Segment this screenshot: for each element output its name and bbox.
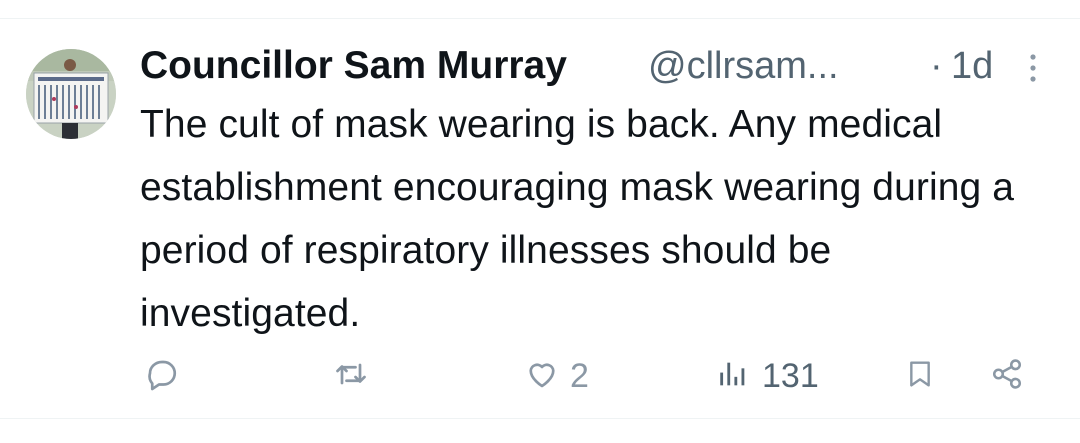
repost-icon	[332, 356, 370, 397]
display-name[interactable]: Councillor Sam Murray	[140, 43, 567, 89]
reply-button[interactable]	[144, 353, 180, 399]
user-handle[interactable]: @cllrsam...	[648, 43, 839, 89]
timestamp[interactable]: 1d	[951, 43, 993, 89]
views-icon	[716, 356, 750, 397]
reply-icon	[144, 356, 180, 397]
separator-dot: ·	[930, 45, 943, 87]
like-button[interactable]: 2	[524, 353, 589, 399]
share-icon	[990, 356, 1024, 397]
heart-icon	[524, 356, 560, 397]
repost-button[interactable]	[332, 353, 370, 399]
more-options-icon[interactable]	[1026, 51, 1040, 85]
bottom-divider	[0, 418, 1080, 419]
share-button[interactable]	[990, 353, 1024, 399]
bookmark-button[interactable]	[904, 353, 936, 399]
views-button[interactable]: 131	[716, 353, 819, 399]
views-count: 131	[762, 357, 819, 395]
avatar[interactable]	[26, 49, 116, 139]
tweet-card[interactable]: Councillor Sam Murray @cllrsam... · 1d T…	[0, 19, 1080, 418]
like-count: 2	[570, 357, 589, 395]
tweet-text: The cult of mask wearing is back. Any me…	[140, 103, 1015, 335]
bookmark-icon	[904, 356, 936, 397]
tweet-header: Councillor Sam Murray @cllrsam... · 1d	[140, 43, 1052, 93]
action-bar: 2 131	[0, 353, 1080, 399]
